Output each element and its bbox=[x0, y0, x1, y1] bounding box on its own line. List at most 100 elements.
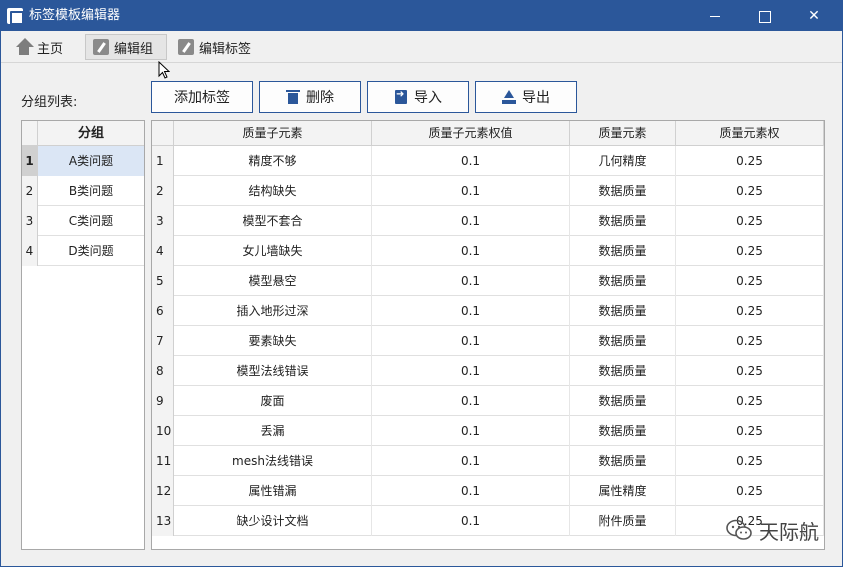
row-number: 13 bbox=[152, 506, 174, 536]
sub-element-cell[interactable]: 女儿墙缺失 bbox=[174, 236, 372, 266]
sub-element-weight-cell[interactable]: 0.1 bbox=[372, 236, 570, 266]
maximize-button[interactable] bbox=[741, 1, 787, 31]
table-row[interactable]: 12 属性错漏 0.1 属性精度 0.25 bbox=[152, 476, 824, 506]
sub-element-cell[interactable]: 插入地形过深 bbox=[174, 296, 372, 326]
element-cell[interactable]: 数据质量 bbox=[570, 176, 676, 206]
element-cell[interactable]: 数据质量 bbox=[570, 236, 676, 266]
group-list-grid[interactable]: 分组 1 A类问题 2 B类问题 3 C类问题 4 D类问题 bbox=[21, 120, 145, 550]
sub-element-weight-cell[interactable]: 0.1 bbox=[372, 266, 570, 296]
column-header-sub-element[interactable]: 质量子元素 bbox=[174, 121, 372, 146]
element-cell[interactable]: 数据质量 bbox=[570, 326, 676, 356]
column-header-element-weight[interactable]: 质量元素权 bbox=[676, 121, 824, 146]
group-name-cell[interactable]: B类问题 bbox=[38, 176, 144, 206]
tab-edit-group[interactable]: 编辑组 bbox=[85, 34, 167, 60]
table-row[interactable]: 11 mesh法线错误 0.1 数据质量 0.25 bbox=[152, 446, 824, 476]
element-weight-cell[interactable]: 0.25 bbox=[676, 206, 824, 236]
table-row[interactable]: 6 插入地形过深 0.1 数据质量 0.25 bbox=[152, 296, 824, 326]
element-weight-cell[interactable]: 0.25 bbox=[676, 296, 824, 326]
table-row[interactable]: 10 丢漏 0.1 数据质量 0.25 bbox=[152, 416, 824, 446]
delete-button[interactable]: 删除 bbox=[259, 81, 361, 113]
import-button[interactable]: 导入 bbox=[367, 81, 469, 113]
sub-element-weight-cell[interactable]: 0.1 bbox=[372, 296, 570, 326]
title-bar[interactable]: 标签模板编辑器 ✕ bbox=[1, 1, 842, 31]
element-weight-cell[interactable]: 0.25 bbox=[676, 146, 824, 176]
sub-element-cell[interactable]: 模型悬空 bbox=[174, 266, 372, 296]
sub-element-weight-cell[interactable]: 0.1 bbox=[372, 176, 570, 206]
element-cell[interactable]: 数据质量 bbox=[570, 296, 676, 326]
column-header-group[interactable]: 分组 bbox=[38, 121, 144, 146]
group-name-cell[interactable]: D类问题 bbox=[38, 236, 144, 266]
sub-element-weight-cell[interactable]: 0.1 bbox=[372, 446, 570, 476]
sub-element-cell[interactable]: 精度不够 bbox=[174, 146, 372, 176]
tag-table-grid[interactable]: 质量子元素 质量子元素权值 质量元素 质量元素权 1 精度不够 0.1 几何精度 0.2… bbox=[151, 120, 825, 550]
sub-element-cell[interactable]: mesh法线错误 bbox=[174, 446, 372, 476]
table-row[interactable]: 2 结构缺失 0.1 数据质量 0.25 bbox=[152, 176, 824, 206]
add-tag-button[interactable]: 添加标签 bbox=[151, 81, 253, 113]
row-number: 2 bbox=[152, 176, 174, 206]
wechat-icon bbox=[726, 519, 752, 540]
element-weight-cell[interactable]: 0.25 bbox=[676, 476, 824, 506]
table-row[interactable]: 1 精度不够 0.1 几何精度 0.25 bbox=[152, 146, 824, 176]
element-weight-cell[interactable]: 0.25 bbox=[676, 446, 824, 476]
table-row[interactable]: 4 女儿墙缺失 0.1 数据质量 0.25 bbox=[152, 236, 824, 266]
row-number: 9 bbox=[152, 386, 174, 416]
element-cell[interactable]: 几何精度 bbox=[570, 146, 676, 176]
group-row[interactable]: 1 A类问题 bbox=[22, 146, 144, 176]
sub-element-cell[interactable]: 缺少设计文档 bbox=[174, 506, 372, 536]
row-number: 7 bbox=[152, 326, 174, 356]
import-icon bbox=[394, 89, 408, 104]
element-weight-cell[interactable]: 0.25 bbox=[676, 326, 824, 356]
element-cell[interactable]: 数据质量 bbox=[570, 266, 676, 296]
sub-element-cell[interactable]: 结构缺失 bbox=[174, 176, 372, 206]
window-title: 标签模板编辑器 bbox=[29, 8, 121, 23]
table-row[interactable]: 3 模型不套合 0.1 数据质量 0.25 bbox=[152, 206, 824, 236]
export-button[interactable]: 导出 bbox=[475, 81, 577, 113]
element-cell[interactable]: 数据质量 bbox=[570, 386, 676, 416]
table-row[interactable]: 8 模型法线错误 0.1 数据质量 0.25 bbox=[152, 356, 824, 386]
close-button[interactable]: ✕ bbox=[791, 1, 837, 31]
element-cell[interactable]: 数据质量 bbox=[570, 416, 676, 446]
sub-element-cell[interactable]: 属性错漏 bbox=[174, 476, 372, 506]
sub-element-weight-cell[interactable]: 0.1 bbox=[372, 476, 570, 506]
minimize-button[interactable] bbox=[692, 1, 738, 31]
column-header-sub-element-weight[interactable]: 质量子元素权值 bbox=[372, 121, 570, 146]
sub-element-weight-cell[interactable]: 0.1 bbox=[372, 146, 570, 176]
element-weight-cell[interactable]: 0.25 bbox=[676, 356, 824, 386]
group-name-cell[interactable]: C类问题 bbox=[38, 206, 144, 236]
table-row[interactable]: 13 缺少设计文档 0.1 附件质量 0.25 bbox=[152, 506, 824, 536]
tab-home[interactable]: 主页 bbox=[9, 34, 75, 60]
sub-element-cell[interactable]: 模型不套合 bbox=[174, 206, 372, 236]
column-header-element[interactable]: 质量元素 bbox=[570, 121, 676, 146]
element-cell[interactable]: 数据质量 bbox=[570, 356, 676, 386]
sub-element-cell[interactable]: 废面 bbox=[174, 386, 372, 416]
group-row[interactable]: 2 B类问题 bbox=[22, 176, 144, 206]
sub-element-weight-cell[interactable]: 0.1 bbox=[372, 356, 570, 386]
sub-element-weight-cell[interactable]: 0.1 bbox=[372, 506, 570, 536]
element-cell[interactable]: 附件质量 bbox=[570, 506, 676, 536]
group-row[interactable]: 4 D类问题 bbox=[22, 236, 144, 266]
tab-edit-tag[interactable]: 编辑标签 bbox=[171, 34, 259, 60]
table-row[interactable]: 7 要素缺失 0.1 数据质量 0.25 bbox=[152, 326, 824, 356]
sub-element-weight-cell[interactable]: 0.1 bbox=[372, 416, 570, 446]
sub-element-weight-cell[interactable]: 0.1 bbox=[372, 326, 570, 356]
element-weight-cell[interactable]: 0.25 bbox=[676, 386, 824, 416]
element-cell[interactable]: 属性精度 bbox=[570, 476, 676, 506]
element-cell[interactable]: 数据质量 bbox=[570, 446, 676, 476]
delete-button-label: 删除 bbox=[306, 90, 334, 106]
group-row[interactable]: 3 C类问题 bbox=[22, 206, 144, 236]
element-weight-cell[interactable]: 0.25 bbox=[676, 176, 824, 206]
sub-element-cell[interactable]: 模型法线错误 bbox=[174, 356, 372, 386]
element-cell[interactable]: 数据质量 bbox=[570, 206, 676, 236]
element-weight-cell[interactable]: 0.25 bbox=[676, 416, 824, 446]
element-weight-cell[interactable]: 0.25 bbox=[676, 236, 824, 266]
sub-element-cell[interactable]: 要素缺失 bbox=[174, 326, 372, 356]
group-name-cell[interactable]: A类问题 bbox=[38, 146, 144, 176]
table-row[interactable]: 5 模型悬空 0.1 数据质量 0.25 bbox=[152, 266, 824, 296]
sub-element-weight-cell[interactable]: 0.1 bbox=[372, 206, 570, 236]
table-row[interactable]: 9 废面 0.1 数据质量 0.25 bbox=[152, 386, 824, 416]
grid-corner[interactable] bbox=[152, 121, 174, 146]
sub-element-weight-cell[interactable]: 0.1 bbox=[372, 386, 570, 416]
element-weight-cell[interactable]: 0.25 bbox=[676, 266, 824, 296]
grid-corner[interactable] bbox=[22, 121, 38, 146]
sub-element-cell[interactable]: 丢漏 bbox=[174, 416, 372, 446]
